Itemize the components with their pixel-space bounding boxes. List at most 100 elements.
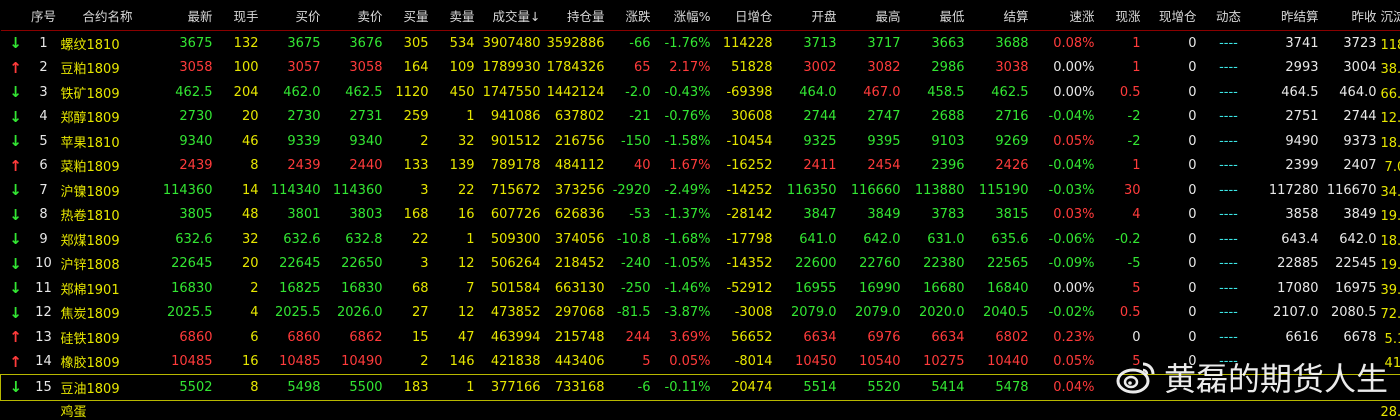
cell — [479, 400, 545, 420]
bid-price: 632.6 — [263, 227, 325, 252]
column-header-2[interactable]: 合约名称 — [57, 0, 159, 31]
table-row[interactable]: ↑13硅铁18096860668606862154746399421574824… — [1, 325, 1400, 350]
bid-volume: 164 — [387, 56, 433, 81]
table-row[interactable]: ↓3铁矿1809462.5204462.0462.511204501747550… — [1, 80, 1400, 105]
prev-close: 3723 — [1323, 31, 1381, 56]
dynamic: ---- — [1201, 80, 1257, 105]
column-header-11[interactable]: 涨跌 — [609, 0, 655, 31]
oi-change: -16252 — [715, 154, 777, 179]
bid-price: 462.0 — [263, 80, 325, 105]
table-row[interactable]: ↓5苹果181093404693399340232901512216756-15… — [1, 129, 1400, 154]
column-header-22[interactable]: 昨结算 — [1257, 0, 1323, 31]
column-header-21[interactable]: 动态 — [1201, 0, 1257, 31]
prev-close: 2744 — [1323, 105, 1381, 130]
high-price: 2747 — [841, 105, 905, 130]
oi-change: 56652 — [715, 325, 777, 350]
current-hand: 2 — [217, 276, 263, 301]
now-change: 0 — [1099, 325, 1145, 350]
column-header-24[interactable]: 沉淀资金 — [1381, 0, 1400, 31]
column-header-1[interactable]: 序号 — [31, 0, 57, 31]
column-header-9[interactable]: 成交量↓ — [479, 0, 545, 31]
speed-change: -0.09% — [1033, 252, 1099, 277]
column-header-18[interactable]: 速涨 — [1033, 0, 1099, 31]
open-price: 5514 — [777, 375, 841, 401]
change: 65 — [609, 56, 655, 81]
table-row-partial[interactable]: 鸡蛋28.24亿 — [1, 400, 1400, 420]
table-row[interactable]: ↓11郑棉19011683021682516830687501584663130… — [1, 276, 1400, 301]
low-price: 2986 — [905, 56, 969, 81]
arrow-up-icon: ↑ — [1, 154, 31, 179]
table-row[interactable]: ↓12焦炭18092025.542025.52026.0271247385229… — [1, 301, 1400, 326]
table-row[interactable]: ↓7沪镍180911436014114340114360322715672373… — [1, 178, 1400, 203]
column-header-8[interactable]: 卖量 — [433, 0, 479, 31]
change-percent: -1.68% — [655, 227, 715, 252]
table-row[interactable]: ↓1螺纹181036751323675367630553439074803592… — [1, 31, 1400, 56]
speed-change: -0.04% — [1033, 154, 1099, 179]
column-header-0[interactable] — [1, 0, 31, 31]
ask-price: 2731 — [325, 105, 387, 130]
table-row[interactable]: ↓10沪锌18082264520226452265031250626421845… — [1, 252, 1400, 277]
column-header-12[interactable]: 涨幅% — [655, 0, 715, 31]
bid-price: 22645 — [263, 252, 325, 277]
row-index: 9 — [31, 227, 57, 252]
open-price: 641.0 — [777, 227, 841, 252]
table-row[interactable]: ↑2豆粕180930581003057305816410917899301784… — [1, 56, 1400, 81]
table-row[interactable]: ↑6菜粕180924398243924401331397891784841124… — [1, 154, 1400, 179]
ask-volume: 1 — [433, 227, 479, 252]
contract-name: 沪镍1809 — [57, 178, 159, 203]
change-percent: 3.69% — [655, 325, 715, 350]
column-header-5[interactable]: 买价 — [263, 0, 325, 31]
cell — [609, 400, 655, 420]
fund-amount: 18.93亿 — [1381, 227, 1400, 252]
column-header-17[interactable]: 结算 — [969, 0, 1033, 31]
column-header-14[interactable]: 开盘 — [777, 0, 841, 31]
change-percent: -3.87% — [655, 301, 715, 326]
column-header-7[interactable]: 买量 — [387, 0, 433, 31]
column-header-3[interactable]: 最新 — [159, 0, 217, 31]
low-price: 2688 — [905, 105, 969, 130]
table-row[interactable]: ↓9郑煤1809632.632632.6632.8221509300374056… — [1, 227, 1400, 252]
cell — [655, 400, 715, 420]
open-interest: 216756 — [545, 129, 609, 154]
cell — [1099, 400, 1145, 420]
row-index: 10 — [31, 252, 57, 277]
now-change: -2 — [1099, 129, 1145, 154]
change-percent: 1.67% — [655, 154, 715, 179]
fund-amount: 38.20亿 — [1381, 56, 1400, 81]
column-header-4[interactable]: 现手 — [217, 0, 263, 31]
row-index: 8 — [31, 203, 57, 228]
contract-name: 郑醇1809 — [57, 105, 159, 130]
settle-price: 2716 — [969, 105, 1033, 130]
column-header-23[interactable]: 昨收 — [1323, 0, 1381, 31]
volume: 789178 — [479, 154, 545, 179]
now-change: 0.5 — [1099, 301, 1145, 326]
prev-settle: 22885 — [1257, 252, 1323, 277]
settle-price: 3688 — [969, 31, 1033, 56]
oi-change: 20474 — [715, 375, 777, 401]
low-price: 9103 — [905, 129, 969, 154]
table-row[interactable]: ↓4郑醇1809273020273027312591941086637802-2… — [1, 105, 1400, 130]
dynamic: ---- — [1201, 105, 1257, 130]
column-header-13[interactable]: 日增仓 — [715, 0, 777, 31]
column-header-6[interactable]: 卖价 — [325, 0, 387, 31]
volume: 715672 — [479, 178, 545, 203]
contract-name: 热卷1810 — [57, 203, 159, 228]
row-index: 13 — [31, 325, 57, 350]
open-price: 116350 — [777, 178, 841, 203]
cell — [217, 400, 263, 420]
current-hand: 132 — [217, 31, 263, 56]
column-header-16[interactable]: 最低 — [905, 0, 969, 31]
prev-settle: 2993 — [1257, 56, 1323, 81]
speed-change: 0.00% — [1033, 56, 1099, 81]
volume: 3907480 — [479, 31, 545, 56]
column-header-10[interactable]: 持仓量 — [545, 0, 609, 31]
bid-volume: 133 — [387, 154, 433, 179]
oi-change: -52912 — [715, 276, 777, 301]
column-header-20[interactable]: 现增仓 — [1145, 0, 1201, 31]
column-header-19[interactable]: 现涨 — [1099, 0, 1145, 31]
bid-price: 5498 — [263, 375, 325, 401]
table-row[interactable]: ↓8热卷18103805483801380316816607726626836-… — [1, 203, 1400, 228]
fund-amount: 19.08亿 — [1381, 203, 1400, 228]
current-hand: 204 — [217, 80, 263, 105]
column-header-15[interactable]: 最高 — [841, 0, 905, 31]
